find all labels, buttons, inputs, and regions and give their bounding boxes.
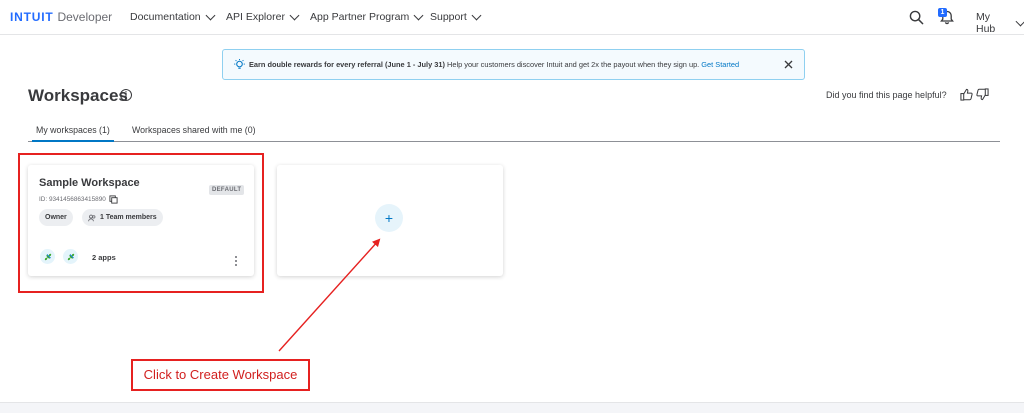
- thumbs-down-icon[interactable]: [976, 88, 989, 101]
- banner-body-text: Help your customers discover Intuit and …: [444, 60, 702, 69]
- nav-label: App Partner Program: [310, 11, 410, 23]
- create-workspace-card[interactable]: +: [277, 165, 503, 276]
- nav-label: API Explorer: [226, 11, 285, 23]
- banner-bold-text: Earn double rewards for every referral (…: [249, 60, 445, 69]
- close-icon[interactable]: [783, 59, 794, 70]
- workspace-tabs: My workspaces (1) Workspaces shared with…: [28, 124, 1000, 142]
- my-hub-menu[interactable]: My Hub: [976, 11, 1024, 35]
- chevron-down-icon: [1015, 16, 1024, 26]
- annotation-callout: Click to Create Workspace: [131, 359, 310, 391]
- search-icon[interactable]: [909, 10, 924, 25]
- nav-app-partner-program[interactable]: App Partner Program: [310, 10, 424, 23]
- info-icon[interactable]: i: [120, 89, 132, 101]
- chevron-down-icon: [471, 10, 482, 20]
- footer-strip: [0, 402, 1024, 413]
- chevron-down-icon: [205, 10, 216, 20]
- get-started-link[interactable]: Get Started: [701, 60, 739, 69]
- brand-product: Developer: [57, 10, 113, 24]
- nav-support[interactable]: Support: [430, 10, 482, 23]
- nav-label: Support: [430, 11, 467, 23]
- thumbs-up-icon[interactable]: [960, 88, 973, 101]
- notification-badge: 1: [938, 8, 947, 17]
- lightbulb-icon: [234, 58, 245, 69]
- banner-message: Earn double rewards for every referral (…: [249, 60, 739, 69]
- referral-banner: Earn double rewards for every referral (…: [222, 49, 805, 80]
- chevron-down-icon: [413, 10, 424, 20]
- chevron-down-icon: [289, 10, 300, 20]
- brand-mark: INTUIT: [10, 10, 54, 24]
- add-workspace-button[interactable]: +: [375, 204, 403, 232]
- nav-api-explorer[interactable]: API Explorer: [226, 10, 300, 23]
- nav-documentation[interactable]: Documentation: [130, 10, 216, 23]
- top-nav: INTUIT Developer Documentation API Explo…: [0, 0, 1024, 35]
- nav-label: Documentation: [130, 11, 201, 23]
- page-title: Workspaces: [28, 86, 128, 105]
- my-hub-label: My Hub: [976, 11, 996, 35]
- tab-shared-workspaces[interactable]: Workspaces shared with me (0): [128, 124, 260, 142]
- helpful-prompt: Did you find this page helpful?: [826, 90, 947, 100]
- intuit-developer-logo[interactable]: INTUIT Developer: [10, 10, 112, 24]
- tab-my-workspaces[interactable]: My workspaces (1): [32, 124, 114, 142]
- highlight-box: [18, 153, 264, 293]
- notifications-button[interactable]: 1: [938, 8, 956, 26]
